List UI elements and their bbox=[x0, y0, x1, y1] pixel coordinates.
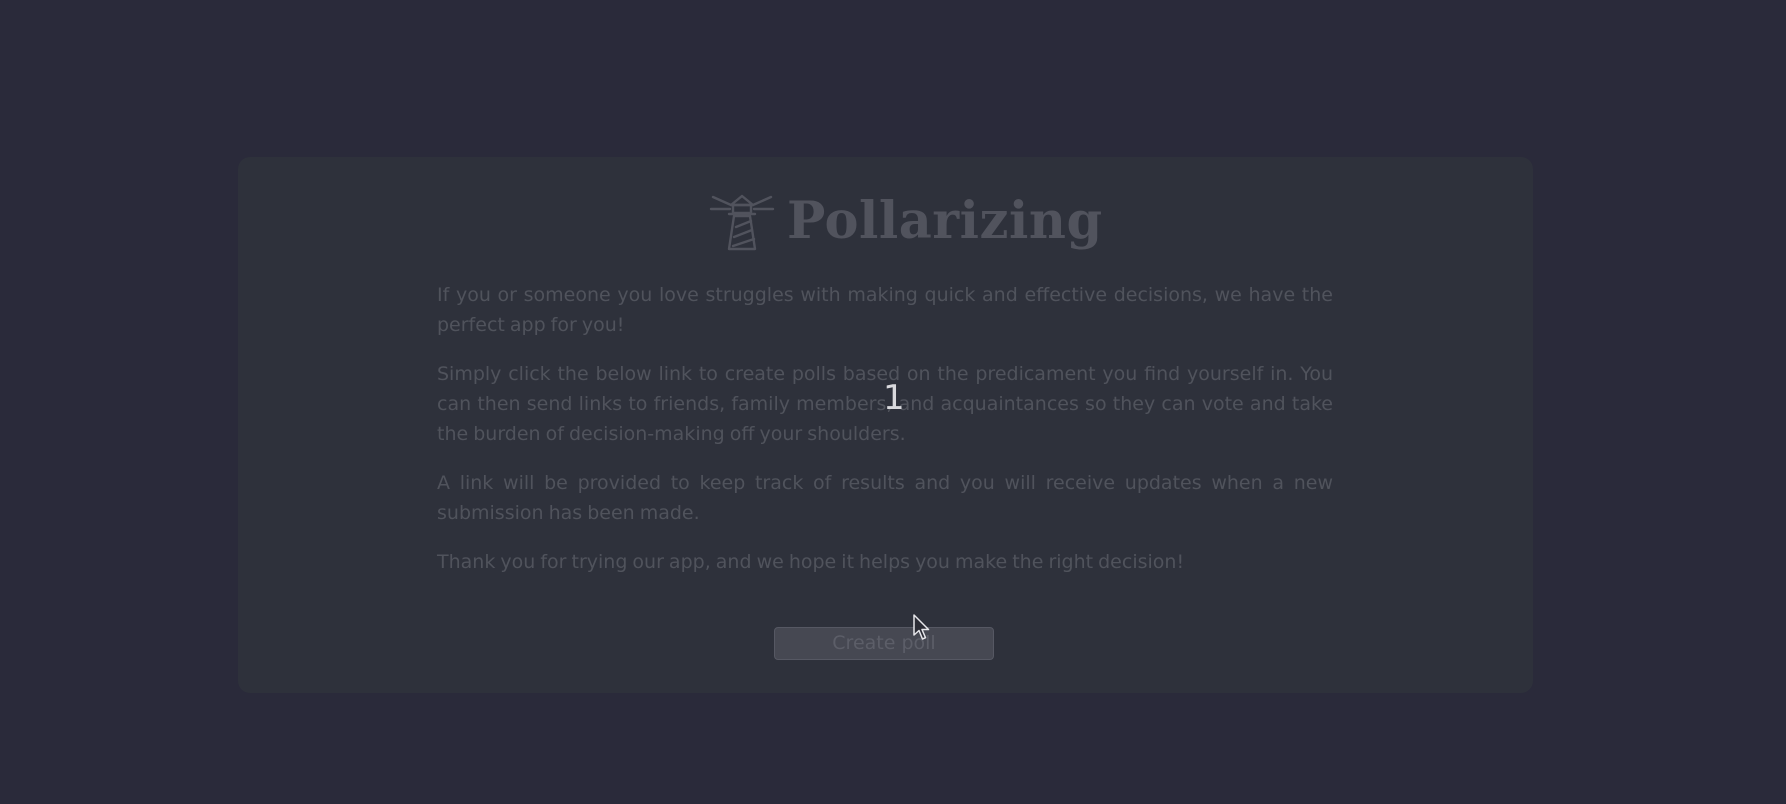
intro-paragraph: If you or someone you love struggles wit… bbox=[437, 284, 1333, 336]
intro-paragraph: Thank you for trying our app, and we hop… bbox=[437, 551, 1185, 573]
intro-card: Pollarizing If you or someone you love s… bbox=[238, 157, 1533, 693]
intro-paragraph: Simply click the below link to create po… bbox=[437, 363, 1333, 445]
lighthouse-icon bbox=[709, 194, 775, 251]
brand-name: Pollarizing bbox=[787, 190, 1103, 251]
brand-header: Pollarizing bbox=[709, 188, 1103, 254]
intro-text: If you or someone you love struggles wit… bbox=[437, 280, 1333, 596]
intro-paragraph: A link will be provided to keep track of… bbox=[437, 472, 1333, 524]
create-poll-button[interactable]: Create poll bbox=[774, 627, 994, 660]
